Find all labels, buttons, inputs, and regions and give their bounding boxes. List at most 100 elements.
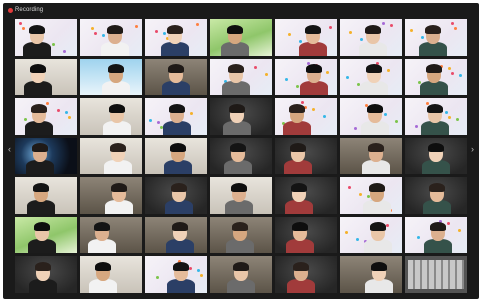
participant-figure (281, 256, 321, 293)
chevron-right-icon[interactable]: › (469, 141, 476, 157)
participant-figure (216, 59, 256, 96)
participant-video-tile[interactable] (340, 256, 402, 293)
participant-video-tile[interactable] (405, 98, 467, 135)
participant-hair (427, 103, 443, 113)
participant-video-tile[interactable] (210, 58, 272, 96)
participant-video-tile[interactable] (15, 19, 77, 56)
participant-figure (279, 177, 319, 214)
participant-video-tile[interactable] (405, 256, 467, 293)
participant-video-tile[interactable] (80, 19, 142, 56)
participant-video-tile[interactable] (275, 137, 337, 175)
participant-hair (371, 262, 387, 271)
participant-video-tile[interactable] (15, 216, 77, 254)
participant-video-tile[interactable] (145, 19, 207, 56)
participant-video-tile[interactable] (80, 256, 142, 293)
participant-body (163, 120, 191, 135)
participant-hair (228, 64, 244, 74)
participant-video-tile[interactable] (340, 137, 402, 175)
participant-figure (156, 59, 196, 96)
chevron-left-icon[interactable]: ‹ (6, 141, 13, 157)
participant-video-tile[interactable] (405, 19, 467, 56)
participant-hair (365, 24, 381, 34)
participant-hair (233, 262, 249, 271)
participant-video-tile[interactable] (80, 58, 142, 96)
participant-video-tile[interactable] (210, 177, 272, 214)
participant-figure (96, 59, 136, 96)
participant-hair (229, 103, 245, 113)
participant-video-tile[interactable] (275, 98, 337, 135)
participant-hair (29, 24, 45, 34)
participant-figure (354, 59, 394, 96)
recording-label: Recording (15, 7, 44, 13)
participant-hair (108, 64, 124, 74)
participant-body (362, 160, 390, 175)
participant-video-tile[interactable] (210, 216, 272, 254)
participant-figure (99, 177, 139, 214)
participant-video-tile[interactable] (145, 98, 207, 135)
participant-video-tile[interactable] (340, 98, 402, 135)
participant-body (365, 279, 393, 293)
participant-video-tile[interactable] (80, 137, 142, 175)
participant-video-tile[interactable] (15, 137, 77, 175)
participant-video-tile[interactable] (15, 58, 77, 96)
participant-gallery (15, 19, 467, 293)
participant-video-tile[interactable] (405, 137, 467, 175)
participant-hair (172, 222, 188, 232)
participant-hair (171, 182, 187, 192)
participant-hair (290, 143, 306, 153)
participant-figure (83, 256, 123, 293)
participant-hair (293, 262, 309, 271)
participant-video-tile[interactable] (15, 177, 77, 214)
participant-video-tile[interactable] (80, 216, 142, 254)
decoration-dot (288, 33, 291, 36)
participant-video-tile[interactable] (340, 177, 402, 214)
participant-figure (293, 19, 333, 56)
participant-video-tile[interactable] (275, 256, 337, 293)
participant-video-tile[interactable] (210, 137, 272, 175)
participant-figure (294, 59, 334, 96)
participant-figure (98, 138, 138, 175)
participant-figure (97, 98, 137, 135)
participant-hair (32, 143, 48, 153)
participant-video-tile[interactable] (15, 98, 77, 135)
participant-video-tile[interactable] (340, 19, 402, 56)
participant-video-tile[interactable] (15, 256, 77, 293)
participant-video-tile[interactable] (145, 177, 207, 214)
participant-figure (21, 177, 61, 214)
participant-video-tile[interactable] (145, 256, 207, 293)
participant-hair (430, 222, 446, 232)
participant-video-tile[interactable] (340, 216, 402, 254)
participant-video-tile[interactable] (145, 216, 207, 254)
participant-hair (169, 103, 185, 113)
participant-video-tile[interactable] (275, 19, 337, 56)
participant-body (102, 81, 130, 96)
participant-body (167, 279, 195, 293)
participant-video-tile[interactable] (405, 58, 467, 96)
participant-hair (30, 64, 46, 74)
participant-body (165, 199, 193, 214)
participant-video-tile[interactable] (210, 98, 272, 135)
participant-hair (173, 262, 189, 271)
participant-body (26, 160, 54, 175)
participant-video-tile[interactable] (210, 256, 272, 293)
participant-video-tile[interactable] (275, 216, 337, 254)
participant-body (89, 279, 117, 293)
participant-hair (367, 103, 383, 113)
participant-video-tile[interactable] (275, 58, 337, 96)
participant-video-tile[interactable] (145, 58, 207, 96)
participant-body (226, 239, 254, 254)
participant-video-tile[interactable] (340, 58, 402, 96)
participant-video-tile[interactable] (275, 177, 337, 214)
participant-hair (291, 182, 307, 192)
participant-video-tile[interactable] (405, 177, 467, 214)
participant-video-tile[interactable] (80, 177, 142, 214)
participant-video-tile[interactable] (405, 216, 467, 254)
participant-figure (22, 217, 62, 254)
participant-body (223, 120, 251, 135)
participant-video-tile[interactable] (210, 19, 272, 56)
participant-video-tile[interactable] (145, 137, 207, 175)
participant-hair (34, 222, 50, 232)
participant-hair (369, 182, 385, 192)
participant-video-tile[interactable] (80, 98, 142, 135)
decoration-dot (196, 23, 199, 26)
